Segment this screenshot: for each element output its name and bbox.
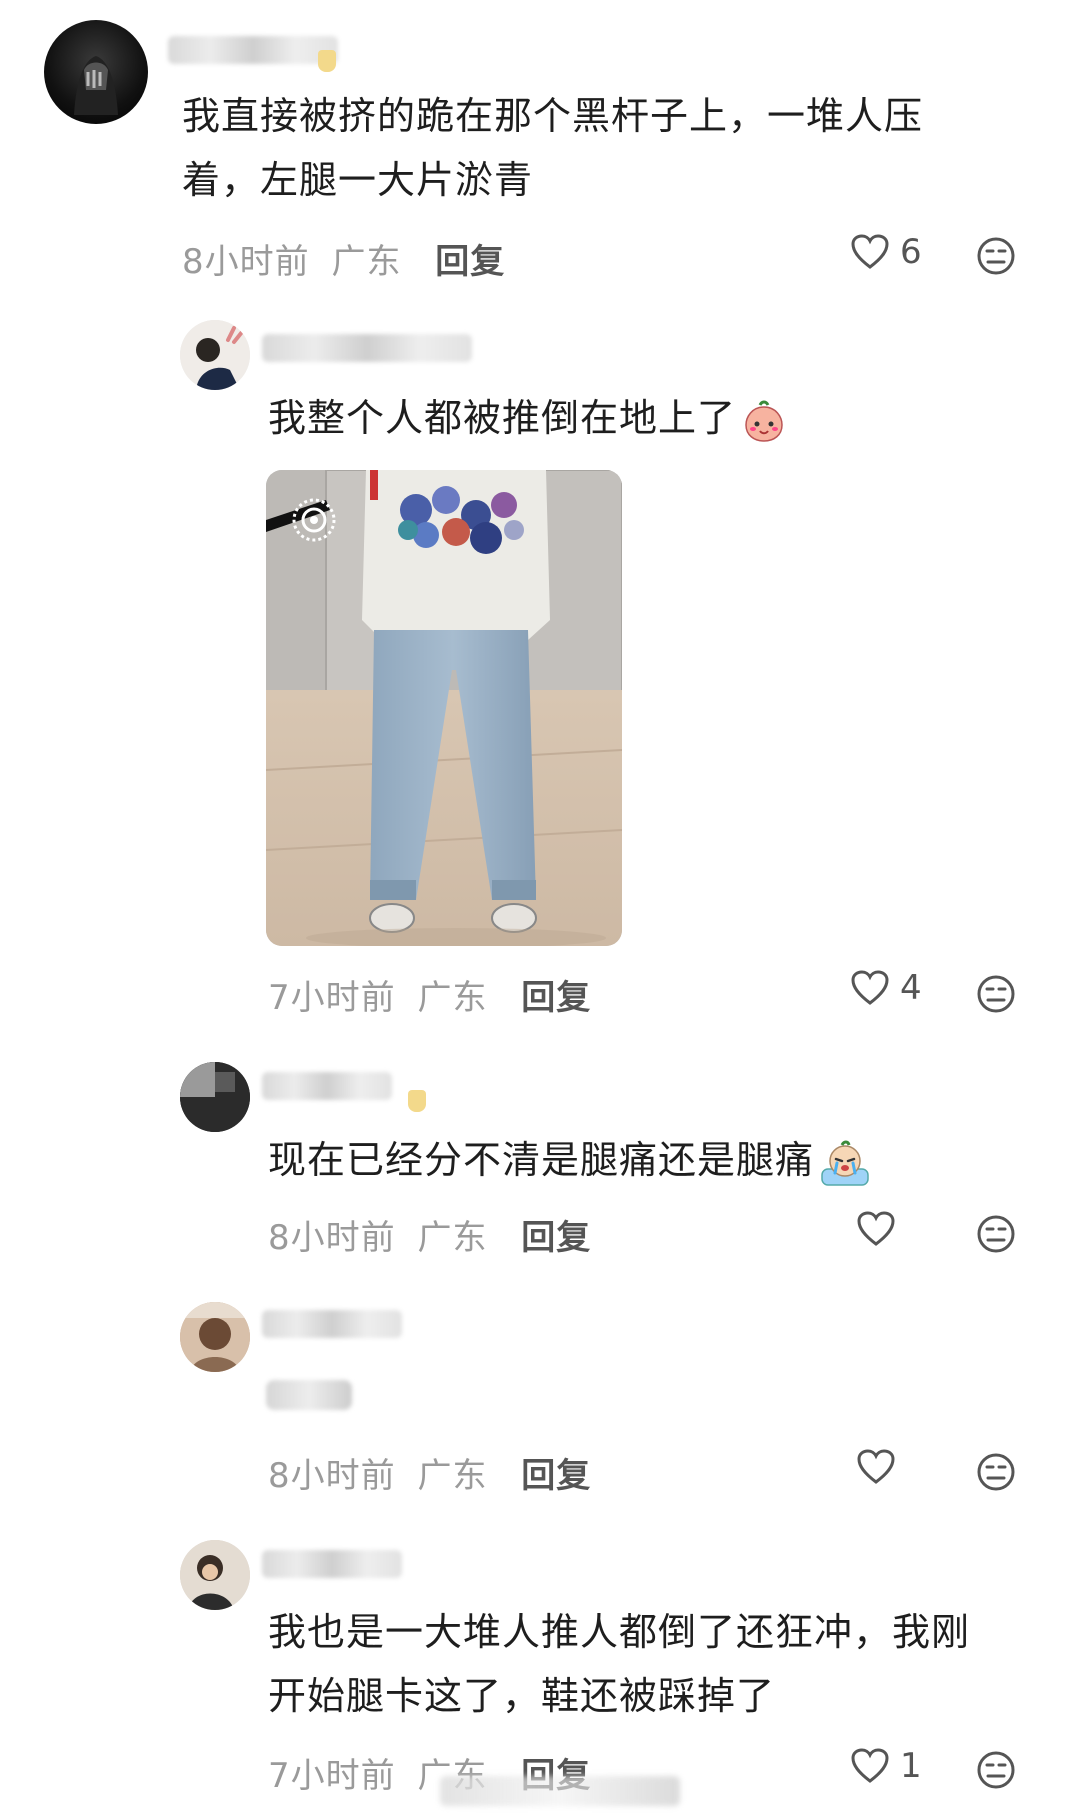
fan-badge-icon bbox=[318, 50, 336, 72]
meh-face-icon[interactable] bbox=[976, 1750, 1016, 1790]
comment-text-blurred bbox=[266, 1380, 352, 1410]
comment-meta: 8小时前 广东 回复 bbox=[182, 234, 505, 283]
comment-meta: 8小时前 广东 回复 bbox=[268, 1210, 591, 1259]
comment-text: 我直接被挤的跪在那个黑杆子上，一堆人压 着，左腿一大片淤青 bbox=[182, 84, 1022, 212]
username-blurred[interactable] bbox=[262, 1072, 392, 1100]
comment-text-line-2: 着，左腿一大片淤青 bbox=[182, 158, 534, 202]
like-button[interactable]: 4 bbox=[850, 968, 922, 1008]
like-button[interactable]: 1 bbox=[850, 1746, 922, 1786]
comment-time: 8小时前 bbox=[268, 1218, 396, 1258]
reply-button[interactable]: 回复 bbox=[521, 978, 591, 1018]
meh-face-icon[interactable] bbox=[976, 1214, 1016, 1254]
like-button[interactable] bbox=[856, 1210, 906, 1248]
comment-time: 8小时前 bbox=[182, 242, 310, 282]
heart-outline-icon bbox=[857, 1211, 895, 1246]
username-blurred[interactable] bbox=[262, 1550, 402, 1578]
meh-face-icon[interactable] bbox=[976, 1452, 1016, 1492]
comment-location: 广东 bbox=[417, 1218, 488, 1258]
avatar[interactable] bbox=[180, 1540, 250, 1610]
comment-text-line-2: 开始腿卡这了，鞋还被踩掉了 bbox=[268, 1674, 776, 1718]
reply-button[interactable]: 回复 bbox=[435, 242, 505, 282]
avatar[interactable] bbox=[180, 1302, 250, 1372]
watermark-blurred bbox=[440, 1776, 680, 1806]
crying-face-emoji-icon bbox=[821, 1140, 869, 1186]
heart-outline-icon bbox=[851, 970, 889, 1005]
meh-face-icon[interactable] bbox=[976, 974, 1016, 1014]
heart-outline-icon bbox=[857, 1449, 895, 1484]
like-button[interactable]: 6 bbox=[850, 232, 922, 272]
reply-button[interactable]: 回复 bbox=[521, 1456, 591, 1496]
meh-face-icon[interactable] bbox=[976, 236, 1016, 276]
comment-location: 广东 bbox=[331, 242, 402, 282]
comment-text: 我也是一大堆人推人都倒了还狂冲，我刚 开始腿卡这了，鞋还被踩掉了 bbox=[268, 1600, 1048, 1728]
comment-text-line-1: 我直接被挤的跪在那个黑杆子上，一堆人压 bbox=[182, 94, 924, 138]
username-blurred[interactable] bbox=[168, 36, 338, 64]
like-button[interactable] bbox=[856, 1448, 906, 1486]
username-blurred[interactable] bbox=[262, 1310, 402, 1338]
comment-meta: 7小时前 广东 回复 bbox=[268, 970, 591, 1019]
peach-face-emoji-icon bbox=[745, 400, 783, 442]
reply-button[interactable]: 回复 bbox=[521, 1218, 591, 1258]
comment-time: 7小时前 bbox=[268, 978, 396, 1018]
comment-time: 8小时前 bbox=[268, 1456, 396, 1496]
avatar[interactable] bbox=[180, 320, 250, 390]
comment-meta: 8小时前 广东 回复 bbox=[268, 1448, 591, 1497]
comment-text-line-1: 我也是一大堆人推人都倒了还狂冲，我刚 bbox=[268, 1610, 971, 1654]
avatar[interactable] bbox=[44, 20, 148, 124]
comment-text: 我整个人都被推倒在地上了 bbox=[268, 386, 1028, 450]
username-blurred[interactable] bbox=[262, 334, 472, 362]
like-count: 6 bbox=[900, 232, 922, 272]
comment-text-line-1: 我整个人都被推倒在地上了 bbox=[268, 396, 737, 440]
comment-location: 广东 bbox=[417, 978, 488, 1018]
comment-photo[interactable] bbox=[266, 470, 622, 946]
comment-text: 现在已经分不清是腿痛还是腿痛 bbox=[268, 1128, 1028, 1192]
like-count: 1 bbox=[900, 1746, 922, 1786]
comment-location: 广东 bbox=[417, 1456, 488, 1496]
heart-outline-icon bbox=[851, 1748, 889, 1783]
comment-time: 7小时前 bbox=[268, 1756, 396, 1796]
comment-text-line-1: 现在已经分不清是腿痛还是腿痛 bbox=[268, 1138, 815, 1182]
avatar[interactable] bbox=[180, 1062, 250, 1132]
heart-outline-icon bbox=[851, 234, 889, 269]
fan-badge-icon bbox=[408, 1090, 426, 1112]
like-count: 4 bbox=[900, 968, 922, 1008]
